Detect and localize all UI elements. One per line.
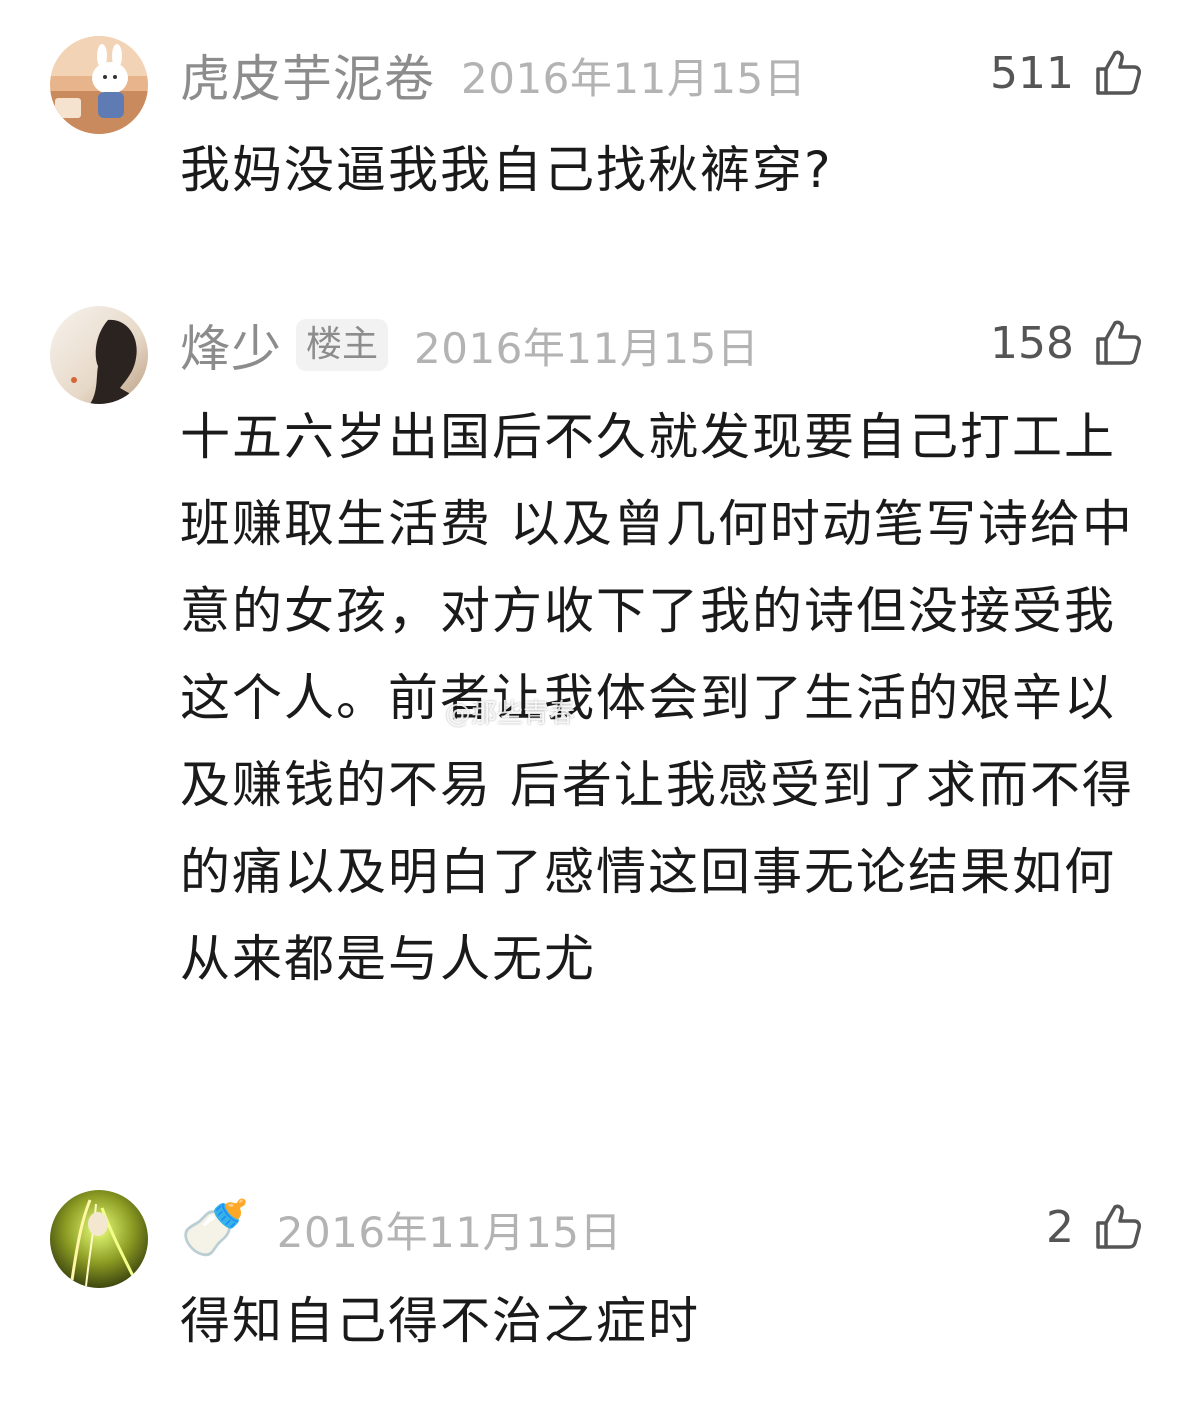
avatar-image bbox=[50, 36, 148, 134]
avatar[interactable] bbox=[50, 306, 148, 404]
avatar[interactable] bbox=[50, 1190, 148, 1288]
username[interactable]: 虎皮芋泥卷 bbox=[180, 39, 435, 111]
comment-text: 十五六岁出国后不久就发现要自己打工上班赚取生活费 以及曾几何时动笔写诗给中意的女… bbox=[180, 408, 1134, 988]
comment-date: 2016年11月15日 bbox=[414, 323, 760, 373]
comment-meta: 烽少 楼主 2016年11月15日 bbox=[180, 310, 759, 380]
username[interactable]: 🍼 bbox=[180, 1194, 251, 1264]
owner-badge: 楼主 bbox=[296, 319, 389, 371]
avatar-image bbox=[50, 1190, 148, 1288]
comment-date: 2016年11月15日 bbox=[276, 1207, 623, 1257]
username[interactable]: 烽少 bbox=[180, 309, 282, 381]
like-button[interactable]: 2 bbox=[1046, 1192, 1144, 1262]
thumbs-up-icon bbox=[1096, 1204, 1141, 1249]
like-button[interactable]: 158 bbox=[990, 308, 1144, 378]
avatar-image bbox=[50, 306, 148, 404]
comment-date: 2016年11月15日 bbox=[461, 53, 807, 103]
thumbs-up-icon bbox=[1096, 50, 1141, 95]
comment-meta: 虎皮芋泥卷 2016年11月15日 bbox=[180, 40, 806, 110]
thumbs-up-icon bbox=[1096, 320, 1141, 365]
comment-meta: 🍼 2016年11月15日 bbox=[180, 1194, 622, 1264]
like-count: 2 bbox=[1046, 1201, 1074, 1253]
like-count: 511 bbox=[990, 47, 1074, 99]
like-count: 158 bbox=[990, 317, 1074, 369]
comment-text: 我妈没逼我我自己找秋裤穿? bbox=[180, 141, 833, 199]
like-button[interactable]: 511 bbox=[990, 38, 1144, 108]
comment-text: 得知自己得不治之症时 bbox=[180, 1292, 700, 1350]
avatar[interactable] bbox=[50, 36, 148, 134]
